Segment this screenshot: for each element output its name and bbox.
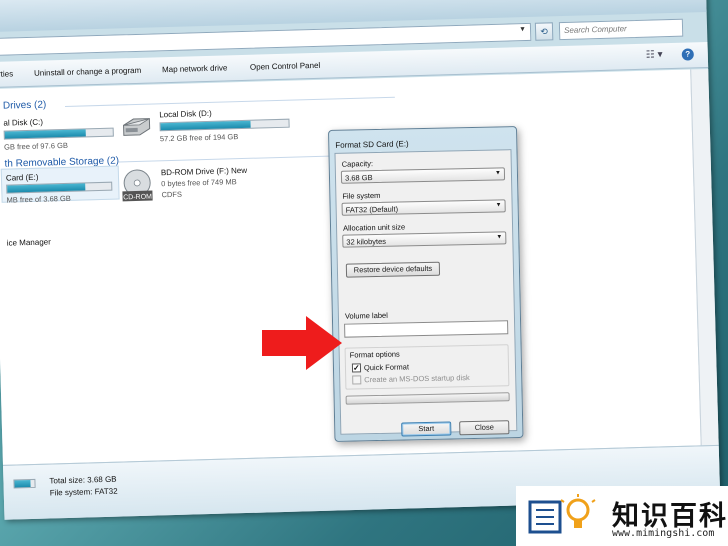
views-icon[interactable]: ☷ ▾: [646, 49, 663, 60]
allocation-unit-select[interactable]: 32 kilobytes ▼: [342, 231, 507, 248]
search-input[interactable]: Search Computer: [558, 18, 684, 41]
drive-f-free-space: 0 bytes free of 749 MB: [161, 177, 237, 189]
drive-d-usage-fill: [160, 120, 251, 131]
drive-c-usage-fill: [4, 129, 86, 139]
drive-f-filesystem: CDFS: [161, 189, 183, 200]
restore-defaults-button[interactable]: Restore device defaults: [345, 261, 441, 278]
volume-label-label: Volume label: [344, 310, 388, 321]
chevron-down-icon[interactable]: ▼: [519, 26, 526, 33]
book-lightbulb-logo-icon: [528, 494, 596, 534]
file-system-label: File system: [342, 190, 381, 201]
group-header-hard-drives[interactable]: Drives (2): [3, 99, 47, 111]
search-placeholder: Search Computer: [563, 24, 627, 35]
file-system-value: FAT32 (Default): [345, 204, 399, 215]
quick-format-checkbox[interactable]: ✓: [351, 363, 362, 373]
msdos-startup-checkbox: [352, 375, 362, 385]
msdos-startup-label: Create an MS-DOS startup disk: [364, 373, 470, 385]
format-options-group: Format options ✓ Quick Format Create an …: [344, 344, 510, 390]
details-total-size: Total size: 3.68 GB: [49, 474, 117, 486]
drive-c-free-space: GB free of 97.6 GB: [3, 140, 69, 152]
help-icon[interactable]: ?: [681, 48, 694, 61]
drive-e-usage-bar: [6, 181, 113, 194]
details-usage-fill: [14, 480, 31, 488]
start-button[interactable]: Start: [401, 421, 452, 437]
format-dialog: Format SD Card (E:) Capacity: 3.68 GB ▼ …: [328, 126, 524, 442]
format-options-label: Format options: [349, 349, 400, 360]
format-progress-bar: [345, 392, 510, 405]
map-network-drive-button[interactable]: Map network drive: [162, 63, 228, 74]
volume-label-input[interactable]: [344, 320, 509, 338]
dialog-body: Capacity: 3.68 GB ▼ File system FAT32 (D…: [334, 149, 518, 437]
chevron-down-icon: ▼: [495, 202, 502, 209]
quick-format-label[interactable]: Quick Format: [364, 362, 409, 372]
drive-d-name: Local Disk (D:): [159, 108, 212, 120]
close-button[interactable]: Close: [459, 420, 510, 436]
hard-disk-icon: [123, 118, 151, 136]
drive-d-free-space: 57.2 GB free of 194 GB: [159, 132, 239, 144]
red-arrow-icon: [262, 316, 342, 370]
cd-rom-icon: CD-ROM: [122, 169, 153, 202]
capacity-select[interactable]: 3.68 GB ▼: [340, 167, 506, 184]
capacity-label: Capacity:: [341, 159, 374, 169]
watermark-url: www.mimingshi.com: [612, 528, 715, 539]
system-properties-button[interactable]: rties: [0, 69, 13, 78]
drive-e-free-space: MB free of 3.68 GB: [6, 193, 71, 205]
open-control-panel-button[interactable]: Open Control Panel: [250, 61, 320, 72]
cd-rom-icon-label: CD-ROM: [123, 194, 152, 202]
device-manager-item[interactable]: ice Manager: [7, 237, 51, 247]
drive-e[interactable]: Card (E:) MB free of 3.68 GB: [0, 165, 120, 205]
group-divider: [64, 96, 395, 107]
allocation-unit-value: 32 kilobytes: [346, 236, 387, 247]
drive-c-name: al Disk (C:): [3, 117, 44, 128]
file-system-select[interactable]: FAT32 (Default) ▼: [341, 199, 506, 216]
drive-e-name: Card (E:): [5, 172, 39, 183]
uninstall-program-button[interactable]: Uninstall or change a program: [34, 66, 141, 78]
watermark: 知识百科 www.mimingshi.com: [516, 486, 728, 546]
refresh-icon: ⟲: [540, 26, 549, 37]
chevron-down-icon: ▼: [494, 170, 502, 177]
refresh-button[interactable]: ⟲: [534, 22, 554, 41]
details-usage-bar: [13, 478, 36, 489]
drive-c-usage-bar: [3, 127, 114, 140]
drive-d-usage-bar: [159, 118, 290, 132]
drive-e-usage-fill: [7, 183, 86, 193]
drive-f-name: BD-ROM Drive (F:) New: [160, 165, 248, 178]
dialog-title: Format SD Card (E:): [335, 139, 409, 150]
allocation-unit-label: Allocation unit size: [342, 222, 406, 233]
capacity-value: 3.68 GB: [344, 173, 373, 183]
details-file-system: File system: FAT32: [49, 486, 118, 498]
chevron-down-icon: ▼: [496, 234, 503, 241]
